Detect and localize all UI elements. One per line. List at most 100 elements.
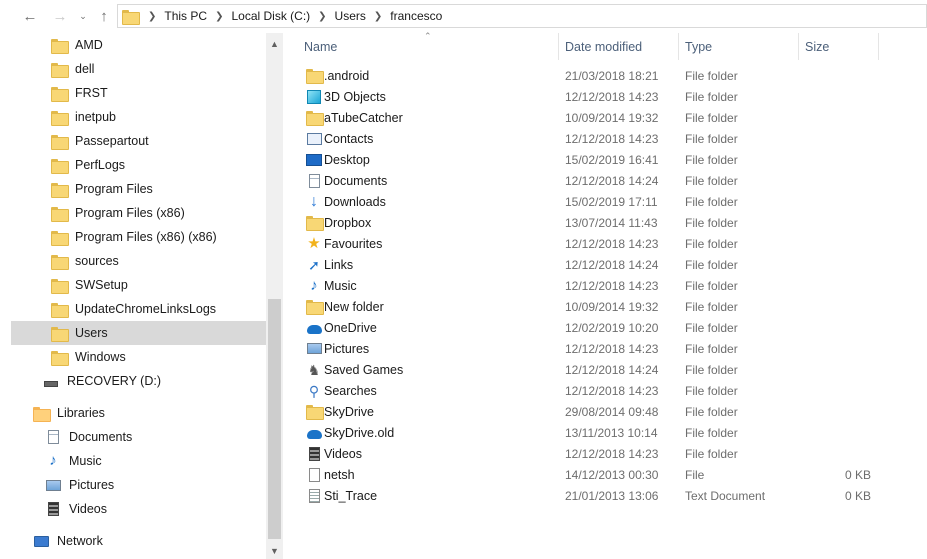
nav-item-documents[interactable]: Documents (11, 425, 266, 449)
nav-item-label: PerfLogs (75, 158, 126, 172)
searches-icon: ⚲ (308, 382, 320, 399)
column-divider[interactable] (798, 33, 799, 60)
recent-locations-button[interactable]: ⌄ (73, 6, 93, 26)
file-row[interactable]: ★ Favourites 12/12/2018 14:23 File folder (283, 233, 927, 254)
file-type: File folder (685, 257, 738, 272)
network-icon (33, 533, 49, 549)
file-row[interactable]: SkyDrive 29/08/2014 09:48 File folder (283, 401, 927, 422)
file-date-modified: 12/12/2018 14:23 (565, 446, 659, 461)
scroll-down-icon[interactable]: ▼ (266, 542, 283, 559)
scroll-up-icon[interactable]: ▲ (266, 35, 283, 52)
file-row[interactable]: aTubeCatcher 10/09/2014 19:32 File folder (283, 107, 927, 128)
file-date-modified: 13/11/2013 10:14 (565, 425, 658, 440)
nav-item-label: Program Files (75, 182, 153, 196)
nav-item-network[interactable]: Network (11, 529, 266, 553)
nav-item-label: Windows (75, 350, 126, 364)
file-name: Favourites (324, 236, 383, 251)
nav-item-program-files-x86-x86[interactable]: Program Files (x86) (x86) (11, 225, 266, 249)
column-header-date-modified[interactable]: Date modified (565, 33, 642, 60)
file-row[interactable]: Sti_Trace 21/01/2013 13:06 Text Document 0 … (283, 485, 927, 506)
file-row[interactable]: Desktop 15/02/2019 16:41 File folder (283, 149, 927, 170)
nav-item-label: Videos (69, 502, 107, 516)
folder-icon (122, 9, 140, 25)
column-divider[interactable] (678, 33, 679, 60)
file-row[interactable]: ♞ Saved Games 12/12/2018 14:24 File folder (283, 359, 927, 380)
nav-item-updatechromelinkslogs[interactable]: UpdateChromeLinksLogs (11, 297, 266, 321)
folder-icon (51, 37, 69, 54)
file-row[interactable]: Contacts 12/12/2018 14:23 File folder (283, 128, 927, 149)
nav-item-recovery-d[interactable]: RECOVERY (D:) (11, 369, 266, 393)
file-row[interactable]: ↓ Downloads 15/02/2019 17:11 File folder (283, 191, 927, 212)
file-name-cell: ➚ Links (306, 257, 353, 273)
file-type: File folder (685, 68, 738, 83)
file-name-cell: aTubeCatcher (306, 110, 403, 126)
column-header-size[interactable]: Size (805, 33, 829, 60)
file-row[interactable]: Pictures 12/12/2018 14:23 File folder (283, 338, 927, 359)
nav-scrollbar[interactable]: ▲ ▼ (266, 33, 283, 559)
file-name-cell: SkyDrive.old (306, 425, 394, 441)
up-button[interactable]: ↑ (94, 6, 114, 26)
nav-item-pictures[interactable]: Pictures (11, 473, 266, 497)
nav-item-amd[interactable]: AMD (11, 33, 266, 57)
file-name: 3D Objects (324, 89, 386, 104)
file-row[interactable]: ♪ Music 12/12/2018 14:23 File folder (283, 275, 927, 296)
nav-item-label: Network (57, 534, 103, 548)
forward-button[interactable]: → (50, 6, 70, 26)
chevron-down-icon: ⌄ (79, 10, 87, 21)
column-header-name[interactable]: Name (304, 33, 337, 60)
breadcrumb-local-disk[interactable]: Local Disk (C:) (231, 9, 310, 23)
navigation-pane: AMD dell FRST inetpub Passepartout PerfLogs Pr… (0, 33, 283, 559)
file-row[interactable]: New folder 10/09/2014 19:32 File folder (283, 296, 927, 317)
file-date-modified: 12/12/2018 14:23 (565, 383, 659, 398)
file-type: File folder (685, 404, 738, 419)
nav-item-windows[interactable]: Windows (11, 345, 266, 369)
column-divider[interactable] (558, 33, 559, 60)
column-header-type[interactable]: Type (685, 33, 712, 60)
nav-item-videos[interactable]: Videos (11, 497, 266, 521)
folder-icon (51, 301, 69, 318)
file-name: netsh (324, 467, 355, 482)
file-type: File folder (685, 341, 738, 356)
scroll-thumb[interactable] (268, 299, 281, 539)
breadcrumb-francesco[interactable]: francesco (390, 9, 442, 23)
folder-icon (51, 325, 69, 342)
file-name-cell: OneDrive (306, 320, 377, 336)
nav-item-inetpub[interactable]: inetpub (11, 105, 266, 129)
nav-item-sources[interactable]: sources (11, 249, 266, 273)
file-row[interactable]: ⚲ Searches 12/12/2018 14:23 File folder (283, 380, 927, 401)
file-type: File folder (685, 131, 738, 146)
forward-arrow-icon: → (52, 7, 68, 25)
file-name-cell: netsh (306, 467, 355, 483)
breadcrumb-users[interactable]: Users (335, 9, 366, 23)
nav-item-music[interactable]: ♪ Music (11, 449, 266, 473)
file-date-modified: 21/03/2018 18:21 (565, 68, 659, 83)
file-type: File folder (685, 110, 738, 125)
file-row[interactable]: Dropbox 13/07/2014 11:43 File folder (283, 212, 927, 233)
nav-item-program-files[interactable]: Program Files (11, 177, 266, 201)
file-row[interactable]: 3D Objects 12/12/2018 14:23 File folder (283, 86, 927, 107)
file-row[interactable]: ➚ Links 12/12/2018 14:24 File folder (283, 254, 927, 275)
file-row[interactable]: Documents 12/12/2018 14:24 File folder (283, 170, 927, 191)
nav-item-libraries[interactable]: Libraries (11, 401, 266, 425)
nav-item-passepartout[interactable]: Passepartout (11, 129, 266, 153)
file-row[interactable]: SkyDrive.old 13/11/2013 10:14 File folder (283, 422, 927, 443)
file-name: Desktop (324, 152, 370, 167)
back-button[interactable]: ← (20, 6, 40, 26)
file-date-modified: 12/12/2018 14:23 (565, 236, 659, 251)
column-divider[interactable] (878, 33, 879, 60)
file-row[interactable]: Videos 12/12/2018 14:23 File folder (283, 443, 927, 464)
file-row[interactable]: netsh 14/12/2013 00:30 File 0 KB (283, 464, 927, 485)
file-date-modified: 15/02/2019 16:41 (565, 152, 659, 167)
nav-item-dell[interactable]: dell (11, 57, 266, 81)
file-row[interactable]: .android 21/03/2018 18:21 File folder (283, 65, 927, 86)
nav-item-frst[interactable]: FRST (11, 81, 266, 105)
file-name-cell: Pictures (306, 341, 369, 357)
file-row[interactable]: OneDrive 12/02/2019 10:20 File folder (283, 317, 927, 338)
nav-item-perflogs[interactable]: PerfLogs (11, 153, 266, 177)
nav-item-program-files-x86[interactable]: Program Files (x86) (11, 201, 266, 225)
nav-item-swsetup[interactable]: SWSetup (11, 273, 266, 297)
breadcrumb-this-pc[interactable]: This PC (164, 9, 207, 23)
address-bar[interactable]: ❯ This PC ❯ Local Disk (C:) ❯ Users ❯ fr… (117, 4, 927, 28)
file-name: SkyDrive.old (324, 425, 395, 440)
nav-item-users[interactable]: Users (11, 321, 266, 345)
